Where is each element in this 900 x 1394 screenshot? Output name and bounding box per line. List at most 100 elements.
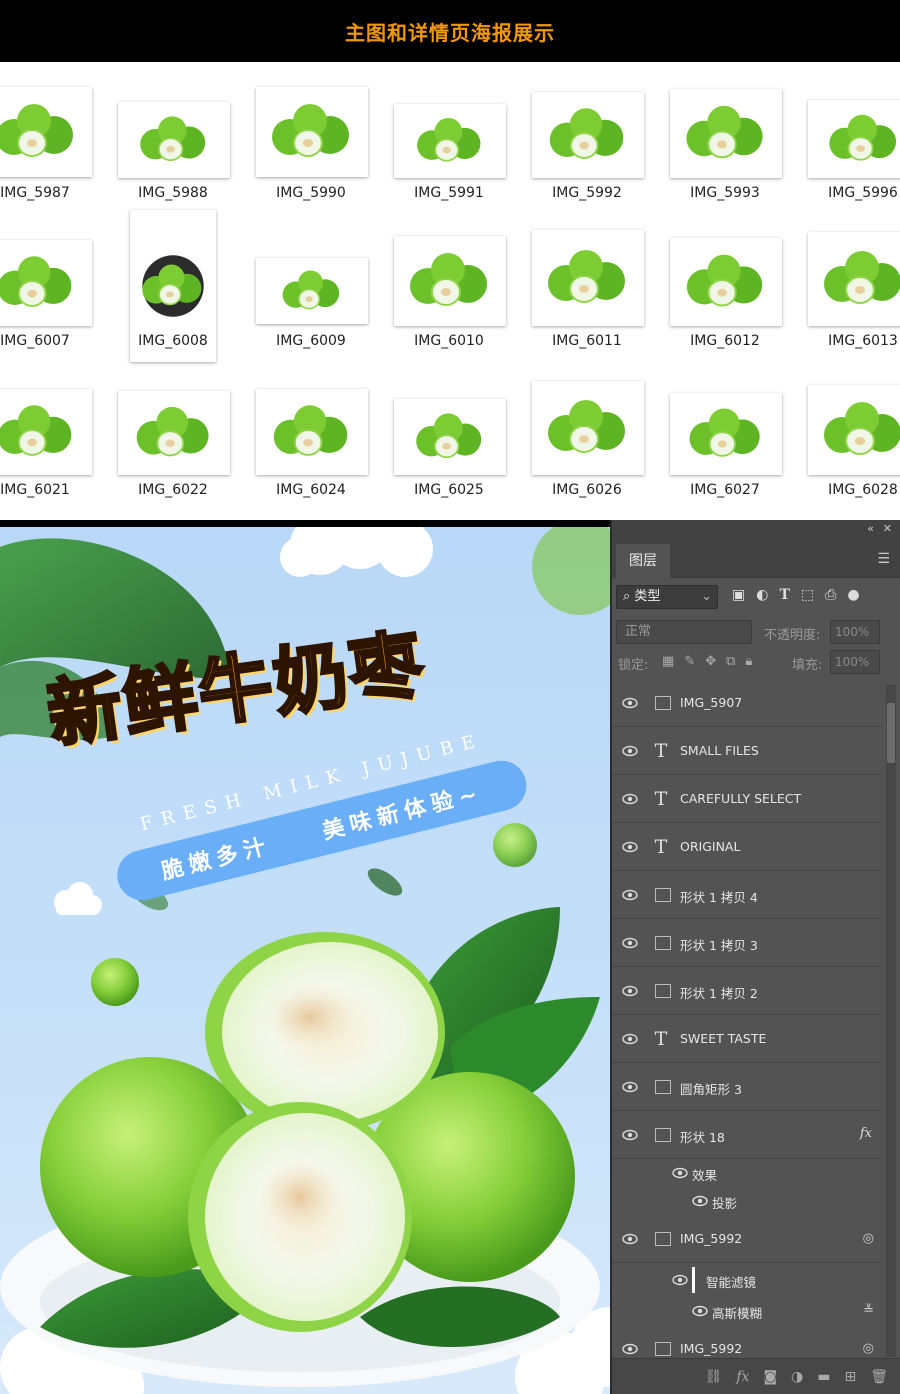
thumbnail[interactable]: IMG_6011 xyxy=(522,210,652,350)
thumbnail-label: IMG_6028 xyxy=(828,482,898,498)
thumbnail[interactable]: IMG_6026 xyxy=(522,359,652,499)
close-icon[interactable]: ✕ xyxy=(883,522,892,535)
layer-row[interactable]: 投影 xyxy=(612,1187,882,1215)
panel-titlebar: « ✕ xyxy=(612,520,900,540)
search-icon: ⌕ xyxy=(623,589,631,604)
lock-move-icon[interactable]: ✥ xyxy=(705,654,716,669)
thumbnail-label: IMG_6012 xyxy=(690,333,760,349)
link-layers-icon[interactable]: ⛓ xyxy=(705,1369,723,1385)
smartobject-filter-icon[interactable]: ⎙ xyxy=(825,587,836,603)
thumbnail[interactable]: IMG_5993 xyxy=(660,62,790,202)
visibility-eye-icon[interactable] xyxy=(622,792,638,806)
thumbnail[interactable]: IMG_6008 xyxy=(108,210,238,362)
opacity-field[interactable]: 100% xyxy=(830,620,880,644)
thumbnail[interactable]: IMG_5991 xyxy=(384,62,514,202)
thumbnail[interactable]: IMG_5996 xyxy=(798,62,900,202)
adjustment-filter-icon[interactable]: ◐ xyxy=(756,587,768,603)
filter-toggle-icon[interactable]: ● xyxy=(847,587,859,603)
thumbnail[interactable]: IMG_5988 xyxy=(108,62,238,202)
lock-all-icon[interactable]: 🔒︎ xyxy=(745,654,752,669)
text-layer-icon: T xyxy=(654,787,668,810)
layer-row[interactable]: 形状 18 fx xyxy=(612,1111,882,1159)
thumbnail[interactable]: IMG_6009 xyxy=(246,210,376,350)
layer-row[interactable]: T SMALL FILES xyxy=(612,727,882,775)
visibility-eye-icon[interactable] xyxy=(622,744,638,758)
layer-row[interactable]: 效果 xyxy=(612,1159,882,1187)
layer-row[interactable]: IMG_5992 ◎ xyxy=(612,1325,882,1359)
thumbnail[interactable]: IMG_5990 xyxy=(246,62,376,202)
thumbnail-image xyxy=(256,258,368,324)
layer-row[interactable]: 圆角矩形 3 xyxy=(612,1063,882,1111)
lock-paint-icon[interactable]: ✎ xyxy=(684,654,695,669)
thumbnail[interactable]: IMG_6010 xyxy=(384,210,514,350)
thumbnail-image xyxy=(670,89,782,178)
smart-object-icon xyxy=(655,1341,671,1356)
mask-icon[interactable]: ◙ xyxy=(763,1369,777,1385)
fx-icon[interactable]: fx xyxy=(860,1126,872,1141)
thumbnail[interactable]: IMG_5992 xyxy=(522,62,652,202)
layer-name: 形状 1 拷贝 3 xyxy=(680,937,758,953)
thumbnail[interactable]: IMG_6028 xyxy=(798,359,900,499)
visibility-eye-icon[interactable] xyxy=(622,840,638,854)
smart-filter-badge-icon: ◎ xyxy=(862,1230,874,1246)
visibility-eye-icon[interactable] xyxy=(692,1194,708,1208)
adjustment-layer-icon[interactable]: ◑ xyxy=(791,1369,803,1385)
thumbnail[interactable]: IMG_6007 xyxy=(0,210,100,350)
thumbnail[interactable]: IMG_6022 xyxy=(108,359,238,499)
thumbnail[interactable]: IMG_6013 xyxy=(798,210,900,350)
layer-row[interactable]: IMG_5992 ◎ xyxy=(612,1215,882,1263)
thumbnail[interactable]: IMG_6012 xyxy=(660,210,790,350)
smart-object-icon xyxy=(655,695,671,710)
layer-filter-select[interactable]: ⌕ 类型 ⌄ xyxy=(616,585,718,609)
layer-name: 高斯模糊 xyxy=(712,1306,763,1321)
visibility-eye-icon[interactable] xyxy=(622,1342,638,1356)
visibility-eye-icon[interactable] xyxy=(622,888,638,902)
layer-name: 形状 1 拷贝 2 xyxy=(680,985,758,1001)
thumbnail[interactable]: IMG_6021 xyxy=(0,359,100,499)
visibility-eye-icon[interactable] xyxy=(622,936,638,950)
thumbnail-label: IMG_6022 xyxy=(138,482,208,498)
filter-options-icon[interactable]: ≚ xyxy=(863,1303,874,1318)
blend-mode-select[interactable]: 正常 xyxy=(616,620,752,644)
lock-transparent-icon[interactable]: ▦ xyxy=(662,654,674,669)
layer-row[interactable]: 形状 1 拷贝 2 xyxy=(612,967,882,1015)
panel-menu-icon[interactable]: ☰ xyxy=(877,551,890,567)
layer-row[interactable]: 智能滤镜 xyxy=(612,1263,882,1297)
visibility-eye-icon[interactable] xyxy=(672,1166,688,1180)
layer-row[interactable]: T ORIGINAL xyxy=(612,823,882,871)
thumbnail[interactable]: IMG_6024 xyxy=(246,359,376,499)
layer-row[interactable]: T CAREFULLY SELECT xyxy=(612,775,882,823)
text-filter-icon[interactable]: T xyxy=(779,587,789,603)
tab-layers[interactable]: 图层 xyxy=(616,544,670,578)
visibility-eye-icon[interactable] xyxy=(672,1273,688,1287)
image-filter-icon[interactable]: ▣ xyxy=(732,587,745,603)
visibility-eye-icon[interactable] xyxy=(622,1080,638,1094)
panel-tabbar: 图层 ☰ xyxy=(612,540,900,578)
scroll-thumb[interactable] xyxy=(887,703,895,763)
visibility-eye-icon[interactable] xyxy=(622,1032,638,1046)
visibility-eye-icon[interactable] xyxy=(622,1232,638,1246)
layer-row[interactable]: 形状 1 拷贝 3 xyxy=(612,919,882,967)
layer-row[interactable]: IMG_5907 xyxy=(612,679,882,727)
shape-filter-icon[interactable]: ⬚ xyxy=(801,587,814,603)
layer-scrollbar[interactable] xyxy=(886,685,896,1357)
fill-field[interactable]: 100% xyxy=(830,650,880,674)
fx-icon[interactable]: fx xyxy=(736,1369,749,1385)
thumbnail[interactable]: IMG_6025 xyxy=(384,359,514,499)
new-layer-icon[interactable]: ⊞ xyxy=(844,1369,856,1385)
layer-name: 效果 xyxy=(692,1168,718,1183)
visibility-eye-icon[interactable] xyxy=(692,1304,708,1318)
layer-row[interactable]: 形状 1 拷贝 4 xyxy=(612,871,882,919)
layer-row[interactable]: 高斯模糊 ≚ xyxy=(612,1297,882,1325)
lock-artboard-icon[interactable]: ⧉ xyxy=(726,654,735,669)
folder-icon[interactable]: ▬ xyxy=(817,1369,830,1385)
trash-icon[interactable]: 🗑︎ xyxy=(870,1369,888,1385)
thumbnail-label: IMG_6027 xyxy=(690,482,760,498)
visibility-eye-icon[interactable] xyxy=(622,1128,638,1142)
collapse-icon[interactable]: « xyxy=(867,522,874,535)
visibility-eye-icon[interactable] xyxy=(622,984,638,998)
thumbnail[interactable]: IMG_5987 xyxy=(0,62,100,202)
layer-row[interactable]: T SWEET TASTE xyxy=(612,1015,882,1063)
thumbnail[interactable]: IMG_6027 xyxy=(660,359,790,499)
visibility-eye-icon[interactable] xyxy=(622,696,638,710)
